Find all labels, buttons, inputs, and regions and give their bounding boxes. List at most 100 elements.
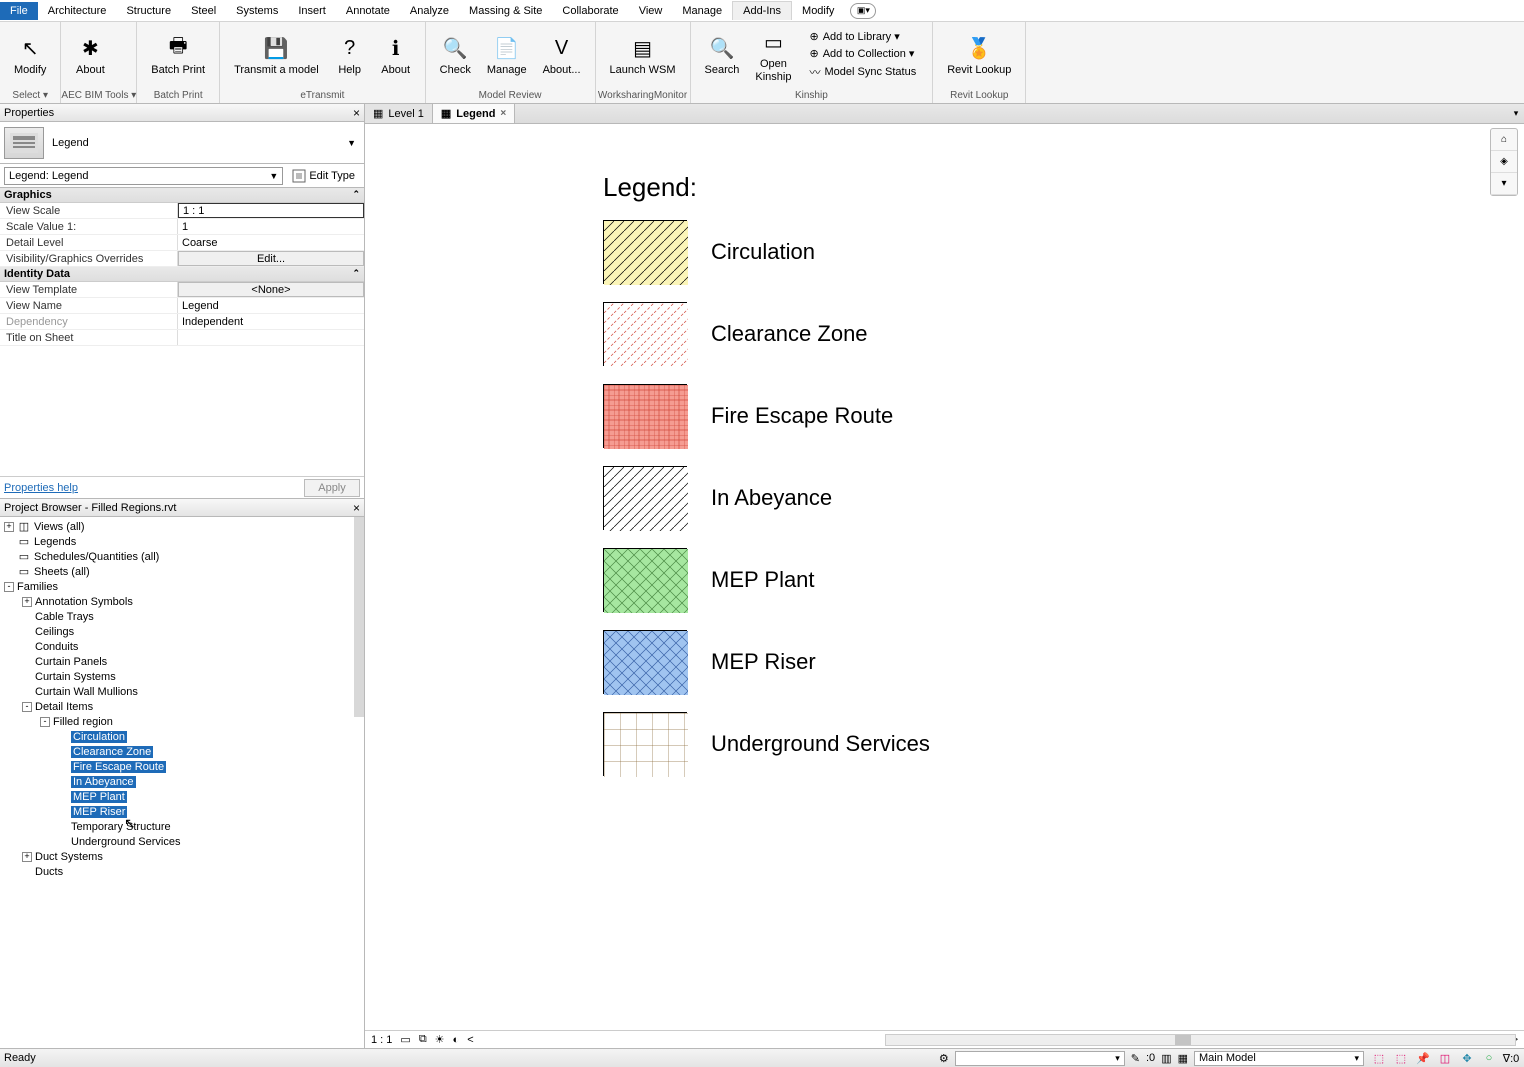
tree-row[interactable]: +◫Views (all) <box>0 519 364 534</box>
view-detail-icon[interactable]: ▭ <box>400 1033 410 1046</box>
worksets-icon[interactable]: ⚙ <box>939 1052 949 1065</box>
ribbon-tab-manage[interactable]: Manage <box>672 2 732 20</box>
tree-row[interactable]: -Families <box>0 579 364 594</box>
prop-value[interactable]: 1 <box>178 219 364 234</box>
drag-elements-icon[interactable]: ✥ <box>1458 1051 1476 1065</box>
tree-row[interactable]: Fire Escape Route <box>0 759 364 774</box>
ribbon-link-model-sync-status[interactable]: 〰Model Sync Status <box>807 63 918 81</box>
doc-tab-level-1[interactable]: ▦Level 1 <box>365 104 433 123</box>
tree-row[interactable]: Temporary Structure <box>0 819 364 834</box>
prop-value[interactable]: <None> <box>178 282 364 297</box>
expand-icon[interactable]: + <box>22 852 32 862</box>
ribbon-tab-architecture[interactable]: Architecture <box>38 2 117 20</box>
editable-only-icon[interactable]: ✎ <box>1131 1052 1140 1065</box>
tree-row[interactable]: Curtain Wall Mullions <box>0 684 364 699</box>
ribbon-tab-massing-site[interactable]: Massing & Site <box>459 2 552 20</box>
prop-value[interactable]: Coarse <box>178 235 364 250</box>
collapse-icon[interactable]: - <box>22 702 32 712</box>
design-options-icon[interactable]: ▦ <box>1178 1052 1188 1065</box>
ribbon-link-add-to-collection-[interactable]: ⊕Add to Collection ▾ <box>807 46 918 61</box>
type-selector-dropdown-icon[interactable]: ▼ <box>347 138 360 148</box>
tree-row[interactable]: ▭Schedules/Quantities (all) <box>0 549 364 564</box>
tree-row[interactable]: Cable Trays <box>0 609 364 624</box>
ribbon-btn-modify[interactable]: ↖Modify <box>6 31 54 78</box>
type-selector[interactable]: Legend ▼ <box>0 122 364 164</box>
ribbon-btn-manage[interactable]: 📄Manage <box>479 31 535 78</box>
tree-row[interactable]: ▭Sheets (all) <box>0 564 364 579</box>
ribbon-tab-file[interactable]: File <box>0 2 38 20</box>
view-cube-expand-icon[interactable]: ▾ <box>1491 173 1517 195</box>
ribbon-tab-view[interactable]: View <box>629 2 673 20</box>
collapse-icon[interactable]: ⌃ <box>352 189 360 201</box>
ribbon-tab-systems[interactable]: Systems <box>226 2 288 20</box>
expand-icon[interactable]: + <box>22 597 32 607</box>
tree-row[interactable]: Circulation <box>0 729 364 744</box>
ribbon-link-add-to-library-[interactable]: ⊕Add to Library ▾ <box>807 29 918 44</box>
collapse-icon[interactable]: - <box>4 582 14 592</box>
prop-value[interactable]: Independent <box>178 314 364 329</box>
view-scale-label[interactable]: 1 : 1 <box>371 1034 392 1046</box>
tree-row[interactable]: Underground Services <box>0 834 364 849</box>
tree-scrollbar[interactable] <box>354 517 364 717</box>
ribbon-btn-about-[interactable]: VAbout... <box>535 31 589 78</box>
select-underlay-icon[interactable]: ⬚ <box>1392 1051 1410 1065</box>
project-tree[interactable]: +◫Views (all)▭Legends▭Schedules/Quantiti… <box>0 517 364 1048</box>
prop-section-header[interactable]: Graphics⌃ <box>0 188 364 203</box>
tree-row[interactable]: Curtain Panels <box>0 654 364 669</box>
tree-row[interactable]: +Duct Systems <box>0 849 364 864</box>
ribbon-btn-about[interactable]: ✱About <box>67 31 113 78</box>
prop-value[interactable]: Legend <box>178 298 364 313</box>
design-option-dropdown[interactable]: Main Model▾ <box>1194 1051 1364 1066</box>
browser-close-icon[interactable]: × <box>353 501 360 515</box>
filter-selection-icon[interactable]: ∇:0 <box>1502 1051 1520 1065</box>
apply-button[interactable]: Apply <box>304 479 360 497</box>
tree-row[interactable]: MEP Plant <box>0 789 364 804</box>
ribbon-tab-steel[interactable]: Steel <box>181 2 226 20</box>
ribbon-tab-modify[interactable]: Modify <box>792 2 844 20</box>
ribbon-tab-annotate[interactable]: Annotate <box>336 2 400 20</box>
view-cube-nav-icon[interactable]: ◈ <box>1491 151 1517 173</box>
doc-tab-legend[interactable]: ▦Legend× <box>433 104 515 123</box>
view-style-icon[interactable]: ⧉ <box>419 1033 427 1046</box>
select-links-icon[interactable]: ⬚ <box>1370 1051 1388 1065</box>
view-canvas[interactable]: ⌂ ◈ ▾ Legend: CirculationClearance ZoneF… <box>365 124 1524 1030</box>
collapse-icon[interactable]: - <box>40 717 50 727</box>
ribbon-tab-insert[interactable]: Insert <box>288 2 336 20</box>
ribbon-btn-about[interactable]: ℹAbout <box>373 31 419 78</box>
tree-row[interactable]: Ducts <box>0 864 364 879</box>
shadows-icon[interactable]: ◐ <box>453 1034 460 1046</box>
active-workset-dropdown[interactable]: ▾ <box>955 1051 1125 1066</box>
tree-row[interactable]: Conduits <box>0 639 364 654</box>
view-cube[interactable]: ⌂ ◈ ▾ <box>1490 128 1518 196</box>
collapse-icon[interactable]: ⌃ <box>352 268 360 280</box>
tree-row[interactable]: MEP Riser <box>0 804 364 819</box>
ribbon-btn-launch-wsm[interactable]: ▤Launch WSM <box>602 31 684 78</box>
ribbon-btn-transmit-a-model[interactable]: 💾Transmit a model <box>226 31 327 78</box>
expand-icon[interactable]: + <box>4 522 14 532</box>
tree-row[interactable]: +Annotation Symbols <box>0 594 364 609</box>
ribbon-tab-analyze[interactable]: Analyze <box>400 2 459 20</box>
prop-value[interactable]: Edit... <box>178 251 364 266</box>
background-process-icon[interactable]: ○ <box>1480 1051 1498 1065</box>
view-cube-home-icon[interactable]: ⌂ <box>1491 129 1517 151</box>
tree-row[interactable]: Ceilings <box>0 624 364 639</box>
select-face-icon[interactable]: ◫ <box>1436 1051 1454 1065</box>
doc-tab-close-icon[interactable]: × <box>500 108 506 119</box>
ribbon-tab-add-ins[interactable]: Add-Ins <box>732 1 792 20</box>
tree-row[interactable]: In Abeyance <box>0 774 364 789</box>
prop-value[interactable]: 1 : 1 <box>178 203 364 218</box>
ribbon-tab-structure[interactable]: Structure <box>116 2 181 20</box>
ribbon-btn-search[interactable]: 🔍Search <box>697 31 748 78</box>
properties-close-icon[interactable]: × <box>353 106 360 120</box>
edit-type-button[interactable]: Edit Type <box>287 167 360 185</box>
ribbon-expand-icon[interactable]: ▣▾ <box>850 3 876 19</box>
tree-row[interactable]: Curtain Systems <box>0 669 364 684</box>
filter-icon[interactable]: ▥ <box>1161 1052 1171 1065</box>
ribbon-btn-check[interactable]: 🔍Check <box>432 31 479 78</box>
prop-value[interactable] <box>178 330 364 345</box>
tree-row[interactable]: -Detail Items <box>0 699 364 714</box>
ribbon-btn-revit-lookup[interactable]: 🏅Revit Lookup <box>939 31 1019 78</box>
properties-help-link[interactable]: Properties help <box>4 482 78 494</box>
doc-tabs-expand-icon[interactable]: ▾ <box>1508 104 1524 123</box>
tree-row[interactable]: Clearance Zone <box>0 744 364 759</box>
